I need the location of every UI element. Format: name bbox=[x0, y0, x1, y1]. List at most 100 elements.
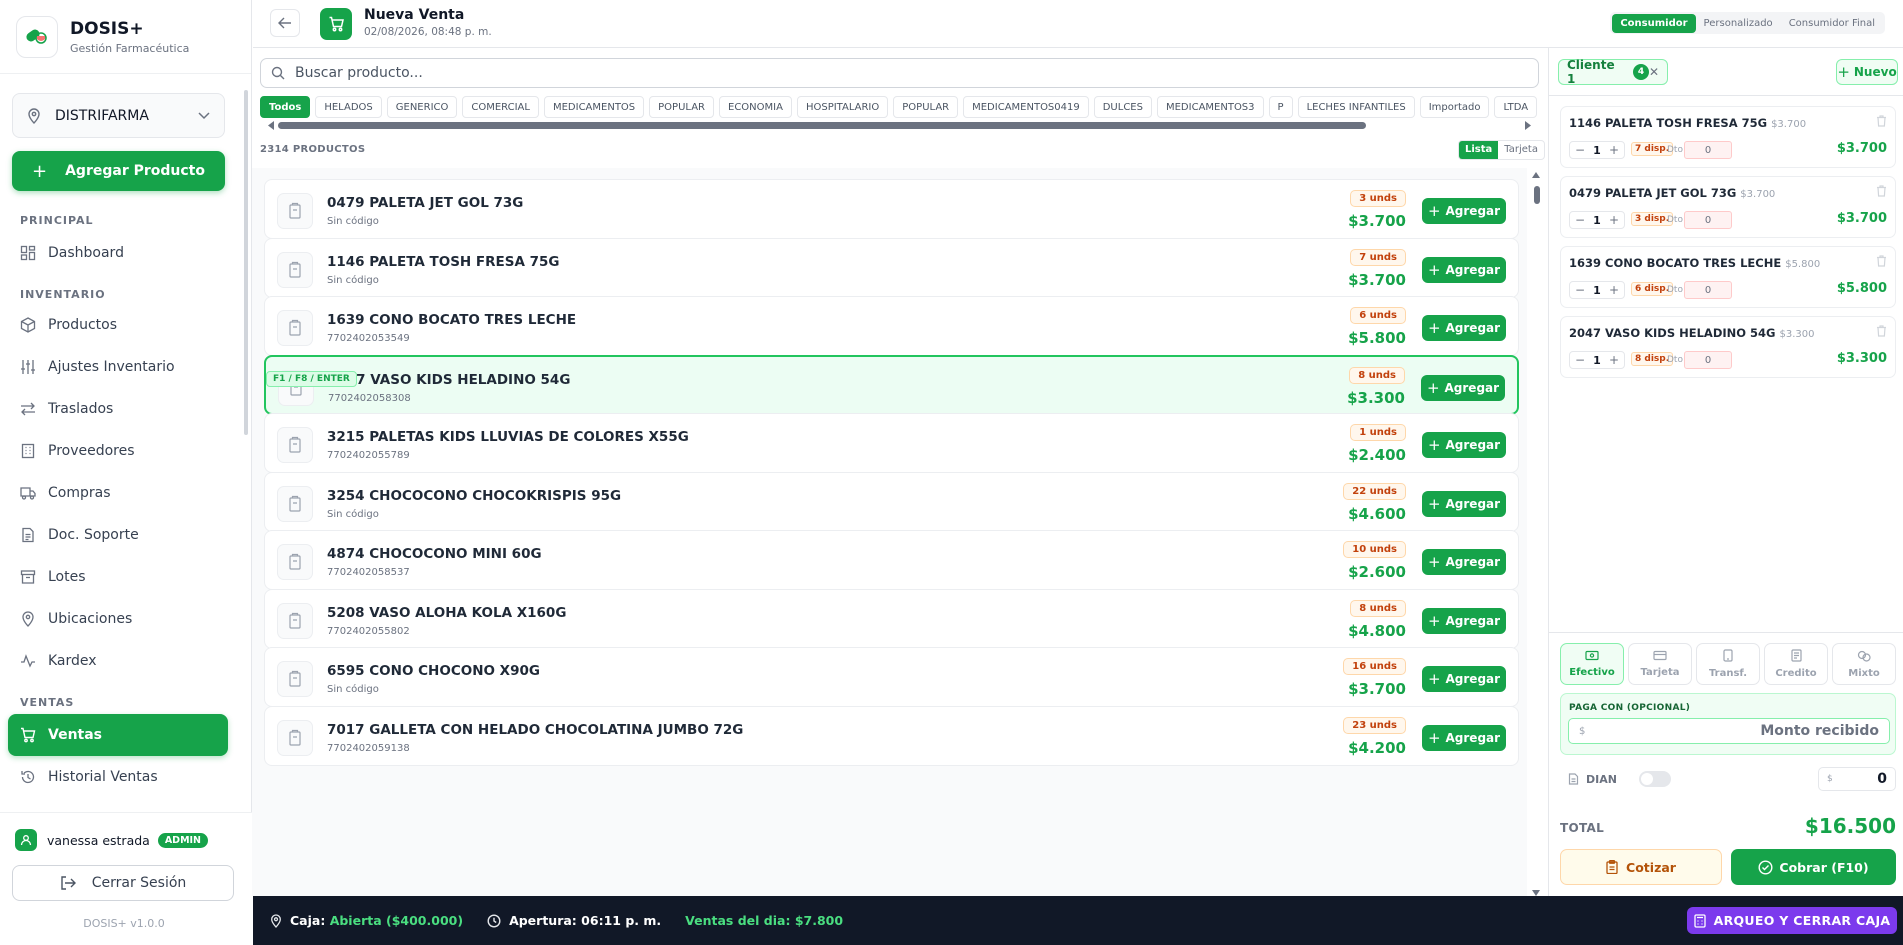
sidebar-item-traslados[interactable]: Traslados bbox=[0, 388, 242, 430]
sidebar-item-ventas[interactable]: Ventas bbox=[8, 714, 228, 756]
close-cash-register-button[interactable]: ARQUEO Y CERRAR CAJA bbox=[1687, 907, 1897, 934]
quantity-value[interactable]: 1 bbox=[1593, 144, 1601, 157]
category-chip[interactable]: LECHES INFANTILES bbox=[1297, 96, 1415, 118]
plus-icon[interactable]: + bbox=[1609, 143, 1619, 157]
category-chip[interactable]: HELADOS bbox=[315, 96, 382, 118]
product-row[interactable]: 3254 CHOCOCONO CHOCOKRISPIS 95G Sin códig… bbox=[264, 471, 1519, 532]
payment-method-tarjeta[interactable]: Tarjeta bbox=[1628, 643, 1692, 685]
add-to-cart-button[interactable]: + Agregar bbox=[1422, 607, 1506, 634]
quantity-value[interactable]: 1 bbox=[1593, 284, 1601, 297]
discount-input[interactable]: 0 bbox=[1684, 211, 1732, 229]
quantity-value[interactable]: 1 bbox=[1593, 354, 1601, 367]
charge-button[interactable]: Cobrar (F10) bbox=[1731, 849, 1896, 885]
sidebar-item-lotes[interactable]: Lotes bbox=[0, 556, 242, 598]
category-chip[interactable]: GENERICO bbox=[386, 96, 458, 118]
sidebar-scrollbar[interactable] bbox=[244, 90, 248, 435]
product-row[interactable]: 3215 PALETAS KIDS LLUVIAS DE COLORES X55… bbox=[264, 413, 1519, 473]
client-tab[interactable]: Cliente 1 4 ✕ bbox=[1558, 58, 1668, 86]
sidebar-item-ubicaciones[interactable]: Ubicaciones bbox=[0, 598, 242, 640]
minus-icon[interactable]: − bbox=[1575, 353, 1585, 367]
category-chip[interactable]: LTDA bbox=[1494, 96, 1538, 118]
quote-button[interactable]: Cotizar bbox=[1560, 849, 1722, 885]
sidebar-item-dashboard[interactable]: Dashboard bbox=[0, 232, 242, 274]
view-mode-tarjeta[interactable]: Tarjeta bbox=[1498, 141, 1544, 159]
product-search[interactable] bbox=[260, 58, 1539, 88]
product-row[interactable]: 1639 CONO BOCATO TRES LECHE 7702402053549… bbox=[264, 296, 1519, 356]
amount-received-input[interactable]: $ Monto recibido bbox=[1568, 718, 1890, 744]
category-scrollbar[interactable] bbox=[268, 121, 1531, 130]
dian-toggle[interactable] bbox=[1638, 771, 1671, 787]
new-client-button[interactable]: + Nuevo bbox=[1836, 59, 1898, 85]
add-to-cart-button[interactable]: + Agregar bbox=[1422, 198, 1506, 224]
back-button[interactable] bbox=[270, 9, 300, 37]
quantity-value[interactable]: 1 bbox=[1593, 214, 1601, 227]
add-product-button[interactable]: + Agregar Producto bbox=[12, 151, 225, 191]
product-row[interactable]: 0479 PALETA JET GOL 73G Sin código 3 unds $… bbox=[264, 179, 1519, 239]
customer-type-consumidor-final[interactable]: Consumidor Final bbox=[1781, 14, 1883, 33]
discount-input[interactable]: 0 bbox=[1684, 141, 1732, 159]
add-to-cart-button[interactable]: + Agregar bbox=[1422, 490, 1506, 517]
add-to-cart-button[interactable]: + Agregar bbox=[1422, 666, 1506, 692]
trash-icon[interactable] bbox=[1876, 185, 1887, 201]
minus-icon[interactable]: − bbox=[1575, 143, 1585, 157]
add-to-cart-button[interactable]: + Agregar bbox=[1421, 374, 1505, 401]
category-chip[interactable]: Todos bbox=[260, 96, 311, 118]
add-to-cart-button[interactable]: + Agregar bbox=[1422, 315, 1506, 341]
minus-icon[interactable]: − bbox=[1575, 213, 1585, 227]
dian-value-input[interactable]: $ 0 bbox=[1818, 767, 1896, 791]
branch-selector[interactable]: DISTRIFARMA bbox=[12, 93, 225, 138]
add-to-cart-button[interactable]: + Agregar bbox=[1422, 549, 1506, 575]
category-chip[interactable]: P bbox=[1268, 96, 1293, 118]
sidebar-item-productos[interactable]: Productos bbox=[0, 304, 242, 346]
sidebar-item-proveedores[interactable]: Proveedores bbox=[0, 430, 242, 472]
category-chip[interactable]: POPULAR bbox=[893, 96, 959, 118]
view-mode-lista[interactable]: Lista bbox=[1459, 141, 1499, 159]
category-chip[interactable]: HOSPITALARIO bbox=[796, 96, 889, 118]
category-chip[interactable]: MEDICAMENTOS0419 bbox=[963, 96, 1089, 118]
product-list-scrollbar[interactable] bbox=[1531, 172, 1541, 896]
category-chip[interactable]: POPULAR bbox=[649, 96, 714, 118]
customer-type-personalizado[interactable]: Personalizado bbox=[1696, 14, 1781, 33]
sidebar-item-doc-soporte[interactable]: Doc. Soporte bbox=[0, 514, 242, 556]
scroll-up-icon[interactable] bbox=[1532, 172, 1540, 178]
category-chip[interactable]: MEDICAMENTOS bbox=[543, 96, 645, 118]
payment-method-efectivo[interactable]: Efectivo bbox=[1560, 643, 1624, 685]
trash-icon[interactable] bbox=[1876, 255, 1887, 271]
scrollbar-thumb[interactable] bbox=[1534, 186, 1540, 204]
payment-method-credito[interactable]: Credito bbox=[1764, 643, 1828, 685]
payment-method-mixto[interactable]: Mixto bbox=[1832, 643, 1896, 685]
discount-input[interactable]: 0 bbox=[1684, 351, 1732, 369]
plus-icon[interactable]: + bbox=[1609, 353, 1619, 367]
category-chip[interactable]: Importado bbox=[1419, 96, 1490, 118]
customer-type-consumidor[interactable]: Consumidor bbox=[1612, 13, 1696, 33]
product-row[interactable]: 4874 CHOCOCONO MINI 60G 7702402058537 10 u… bbox=[264, 530, 1519, 590]
scroll-right-icon[interactable] bbox=[1525, 121, 1531, 130]
sidebar-item-ajustes[interactable]: Ajustes Inventario bbox=[0, 346, 242, 388]
minus-icon[interactable]: − bbox=[1575, 283, 1585, 297]
category-chip[interactable]: COMERCIAL bbox=[462, 96, 539, 118]
scroll-left-icon[interactable] bbox=[268, 121, 274, 130]
trash-icon[interactable] bbox=[1876, 325, 1887, 341]
product-row[interactable]: 5208 VASO ALOHA KOLA X160G 7702402055802 8… bbox=[264, 588, 1519, 649]
trash-icon[interactable] bbox=[1876, 115, 1887, 131]
product-row[interactable]: 6595 CONO CHOCONO X90G Sin código 16 unds $… bbox=[264, 647, 1519, 707]
category-chip[interactable]: ECONOMIA bbox=[719, 96, 792, 118]
add-to-cart-button[interactable]: + Agregar bbox=[1422, 256, 1506, 283]
product-row[interactable]: 1146 PALETA TOSH FRESA 75G Sin código 7 un… bbox=[264, 237, 1519, 298]
category-chip[interactable]: DULCES bbox=[1093, 96, 1152, 118]
product-row[interactable]: 2047 VASO KIDS HELADINO 54G F1 / F8 / ENT… bbox=[264, 354, 1519, 415]
sidebar-item-compras[interactable]: Compras bbox=[0, 472, 242, 514]
sidebar-item-kardex[interactable]: Kardex bbox=[0, 640, 242, 682]
plus-icon[interactable]: + bbox=[1609, 283, 1619, 297]
add-to-cart-button[interactable]: + Agregar bbox=[1422, 724, 1506, 751]
plus-icon[interactable]: + bbox=[1609, 213, 1619, 227]
discount-input[interactable]: 0 bbox=[1684, 281, 1732, 299]
product-row[interactable]: 7017 GALLETA CON HELADO CHOCOLATINA JUMB… bbox=[264, 705, 1519, 766]
close-icon[interactable]: ✕ bbox=[1649, 65, 1659, 79]
scrollbar-thumb[interactable] bbox=[278, 122, 1366, 129]
sidebar-item-historial-ventas[interactable]: Historial Ventas bbox=[0, 756, 242, 798]
category-chip[interactable]: MEDICAMENTOS3 bbox=[1156, 96, 1264, 118]
logout-button[interactable]: Cerrar Sesión bbox=[12, 865, 234, 901]
search-input[interactable] bbox=[295, 65, 1495, 81]
add-to-cart-button[interactable]: + Agregar bbox=[1422, 432, 1506, 458]
